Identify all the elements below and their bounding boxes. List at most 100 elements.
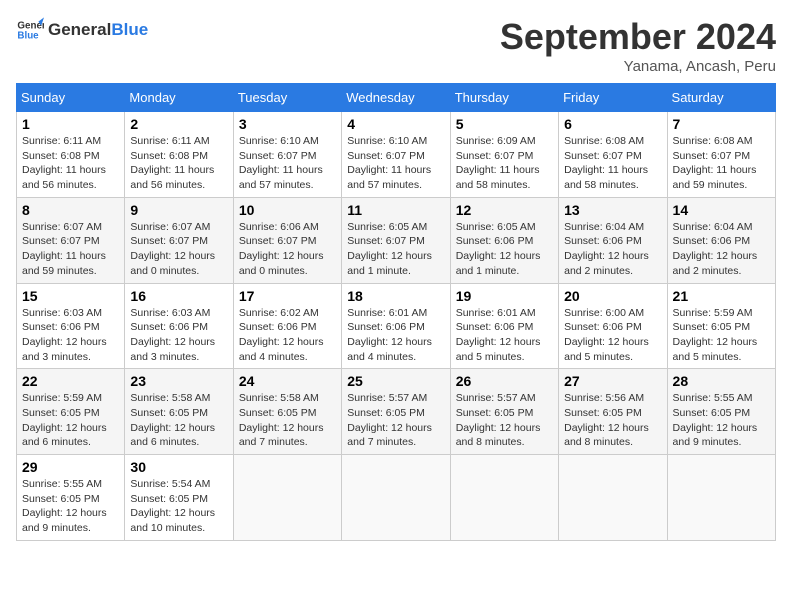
table-cell: 28 Sunrise: 5:55 AMSunset: 6:05 PMDaylig… — [667, 369, 775, 455]
day-info: Sunrise: 5:54 AMSunset: 6:05 PMDaylight:… — [130, 478, 215, 534]
day-info: Sunrise: 6:07 AMSunset: 6:07 PMDaylight:… — [22, 221, 106, 277]
day-number: 30 — [130, 459, 227, 475]
day-number: 17 — [239, 288, 336, 304]
day-number: 24 — [239, 373, 336, 389]
header-row: Sunday Monday Tuesday Wednesday Thursday… — [17, 84, 776, 112]
day-info: Sunrise: 6:03 AMSunset: 6:06 PMDaylight:… — [130, 307, 215, 363]
header: General Blue GeneralBlue September 2024 … — [16, 16, 776, 75]
col-thursday: Thursday — [450, 84, 558, 112]
table-cell: 29 Sunrise: 5:55 AMSunset: 6:05 PMDaylig… — [17, 455, 125, 541]
day-info: Sunrise: 6:08 AMSunset: 6:07 PMDaylight:… — [673, 135, 757, 191]
table-cell: 20 Sunrise: 6:00 AMSunset: 6:06 PMDaylig… — [559, 283, 667, 369]
table-cell: 25 Sunrise: 5:57 AMSunset: 6:05 PMDaylig… — [342, 369, 450, 455]
day-info: Sunrise: 5:55 AMSunset: 6:05 PMDaylight:… — [22, 478, 107, 534]
table-cell: 13 Sunrise: 6:04 AMSunset: 6:06 PMDaylig… — [559, 197, 667, 283]
col-wednesday: Wednesday — [342, 84, 450, 112]
day-number: 6 — [564, 116, 661, 132]
table-cell: 21 Sunrise: 5:59 AMSunset: 6:05 PMDaylig… — [667, 283, 775, 369]
day-info: Sunrise: 5:57 AMSunset: 6:05 PMDaylight:… — [347, 392, 432, 448]
day-info: Sunrise: 6:10 AMSunset: 6:07 PMDaylight:… — [239, 135, 323, 191]
table-cell: 30 Sunrise: 5:54 AMSunset: 6:05 PMDaylig… — [125, 455, 233, 541]
col-monday: Monday — [125, 84, 233, 112]
table-cell: 10 Sunrise: 6:06 AMSunset: 6:07 PMDaylig… — [233, 197, 341, 283]
day-info: Sunrise: 6:00 AMSunset: 6:06 PMDaylight:… — [564, 307, 649, 363]
calendar-week-row: 15 Sunrise: 6:03 AMSunset: 6:06 PMDaylig… — [17, 283, 776, 369]
day-number: 13 — [564, 202, 661, 218]
day-info: Sunrise: 6:02 AMSunset: 6:06 PMDaylight:… — [239, 307, 324, 363]
day-number: 22 — [22, 373, 119, 389]
table-cell: 5 Sunrise: 6:09 AMSunset: 6:07 PMDayligh… — [450, 112, 558, 198]
day-info: Sunrise: 5:58 AMSunset: 6:05 PMDaylight:… — [130, 392, 215, 448]
table-cell: 26 Sunrise: 5:57 AMSunset: 6:05 PMDaylig… — [450, 369, 558, 455]
day-number: 12 — [456, 202, 553, 218]
day-number: 4 — [347, 116, 444, 132]
day-number: 1 — [22, 116, 119, 132]
day-number: 8 — [22, 202, 119, 218]
day-number: 10 — [239, 202, 336, 218]
day-number: 15 — [22, 288, 119, 304]
table-cell: 16 Sunrise: 6:03 AMSunset: 6:06 PMDaylig… — [125, 283, 233, 369]
table-cell: 19 Sunrise: 6:01 AMSunset: 6:06 PMDaylig… — [450, 283, 558, 369]
day-number: 27 — [564, 373, 661, 389]
day-info: Sunrise: 5:55 AMSunset: 6:05 PMDaylight:… — [673, 392, 758, 448]
day-info: Sunrise: 5:58 AMSunset: 6:05 PMDaylight:… — [239, 392, 324, 448]
logo-blue: Blue — [111, 20, 148, 40]
title-area: September 2024 Yanama, Ancash, Peru — [500, 16, 776, 75]
day-number: 21 — [673, 288, 770, 304]
day-number: 14 — [673, 202, 770, 218]
table-cell: 24 Sunrise: 5:58 AMSunset: 6:05 PMDaylig… — [233, 369, 341, 455]
month-title: September 2024 — [500, 16, 776, 58]
day-number: 29 — [22, 459, 119, 475]
table-cell: 18 Sunrise: 6:01 AMSunset: 6:06 PMDaylig… — [342, 283, 450, 369]
day-number: 23 — [130, 373, 227, 389]
table-cell — [559, 455, 667, 541]
location: Yanama, Ancash, Peru — [500, 58, 776, 75]
logo-general: General — [48, 20, 111, 40]
day-number: 11 — [347, 202, 444, 218]
day-info: Sunrise: 6:09 AMSunset: 6:07 PMDaylight:… — [456, 135, 540, 191]
table-cell: 9 Sunrise: 6:07 AMSunset: 6:07 PMDayligh… — [125, 197, 233, 283]
table-cell — [342, 455, 450, 541]
table-cell: 7 Sunrise: 6:08 AMSunset: 6:07 PMDayligh… — [667, 112, 775, 198]
day-number: 7 — [673, 116, 770, 132]
day-info: Sunrise: 5:59 AMSunset: 6:05 PMDaylight:… — [673, 307, 758, 363]
table-cell: 4 Sunrise: 6:10 AMSunset: 6:07 PMDayligh… — [342, 112, 450, 198]
day-info: Sunrise: 5:56 AMSunset: 6:05 PMDaylight:… — [564, 392, 649, 448]
day-number: 25 — [347, 373, 444, 389]
day-info: Sunrise: 6:07 AMSunset: 6:07 PMDaylight:… — [130, 221, 215, 277]
calendar-week-row: 29 Sunrise: 5:55 AMSunset: 6:05 PMDaylig… — [17, 455, 776, 541]
day-number: 3 — [239, 116, 336, 132]
day-number: 18 — [347, 288, 444, 304]
table-cell: 22 Sunrise: 5:59 AMSunset: 6:05 PMDaylig… — [17, 369, 125, 455]
table-cell — [450, 455, 558, 541]
col-tuesday: Tuesday — [233, 84, 341, 112]
table-cell: 2 Sunrise: 6:11 AMSunset: 6:08 PMDayligh… — [125, 112, 233, 198]
calendar-week-row: 8 Sunrise: 6:07 AMSunset: 6:07 PMDayligh… — [17, 197, 776, 283]
logo-svg: General Blue — [16, 16, 44, 44]
table-cell: 27 Sunrise: 5:56 AMSunset: 6:05 PMDaylig… — [559, 369, 667, 455]
table-cell: 23 Sunrise: 5:58 AMSunset: 6:05 PMDaylig… — [125, 369, 233, 455]
day-info: Sunrise: 6:03 AMSunset: 6:06 PMDaylight:… — [22, 307, 107, 363]
table-cell — [233, 455, 341, 541]
col-sunday: Sunday — [17, 84, 125, 112]
day-info: Sunrise: 6:01 AMSunset: 6:06 PMDaylight:… — [347, 307, 432, 363]
table-cell: 14 Sunrise: 6:04 AMSunset: 6:06 PMDaylig… — [667, 197, 775, 283]
table-cell: 1 Sunrise: 6:11 AMSunset: 6:08 PMDayligh… — [17, 112, 125, 198]
day-number: 9 — [130, 202, 227, 218]
day-number: 2 — [130, 116, 227, 132]
day-info: Sunrise: 6:05 AMSunset: 6:06 PMDaylight:… — [456, 221, 541, 277]
col-saturday: Saturday — [667, 84, 775, 112]
day-number: 28 — [673, 373, 770, 389]
day-number: 26 — [456, 373, 553, 389]
day-number: 5 — [456, 116, 553, 132]
table-cell: 3 Sunrise: 6:10 AMSunset: 6:07 PMDayligh… — [233, 112, 341, 198]
day-info: Sunrise: 5:57 AMSunset: 6:05 PMDaylight:… — [456, 392, 541, 448]
table-cell: 8 Sunrise: 6:07 AMSunset: 6:07 PMDayligh… — [17, 197, 125, 283]
day-info: Sunrise: 5:59 AMSunset: 6:05 PMDaylight:… — [22, 392, 107, 448]
calendar-table: Sunday Monday Tuesday Wednesday Thursday… — [16, 83, 776, 541]
day-info: Sunrise: 6:06 AMSunset: 6:07 PMDaylight:… — [239, 221, 324, 277]
table-cell: 12 Sunrise: 6:05 AMSunset: 6:06 PMDaylig… — [450, 197, 558, 283]
day-info: Sunrise: 6:01 AMSunset: 6:06 PMDaylight:… — [456, 307, 541, 363]
day-number: 20 — [564, 288, 661, 304]
calendar-week-row: 22 Sunrise: 5:59 AMSunset: 6:05 PMDaylig… — [17, 369, 776, 455]
